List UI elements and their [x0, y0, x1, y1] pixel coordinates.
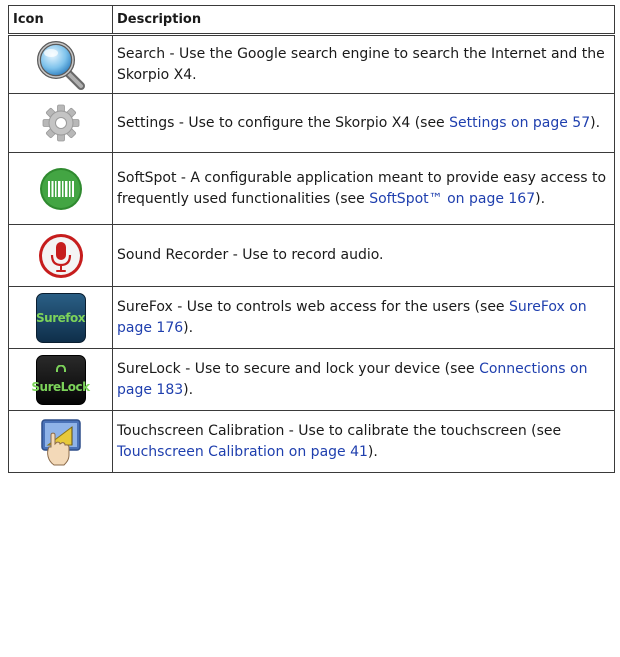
- description-cell: Sound Recorder - Use to record audio.: [112, 224, 615, 287]
- description-cell: Settings - Use to configure the Skorpio …: [112, 93, 615, 153]
- barcode-icon: [39, 167, 82, 210]
- padlock-icon: [55, 365, 66, 372]
- touchscreen-calibration-page-link[interactable]: Touchscreen Calibration on page 41: [117, 444, 368, 460]
- icon-cell: [8, 93, 113, 153]
- softspot-page-link[interactable]: SoftSpot™ on page 167: [369, 191, 535, 207]
- icon-description-table: Icon Description Search - Use the Google…: [8, 5, 615, 473]
- table-row: SureLock SureLock - Use to secure and lo…: [8, 348, 615, 411]
- icon-cell: [8, 152, 113, 225]
- microphone-icon: [38, 233, 83, 278]
- touchscreen-calibration-icon: [40, 418, 81, 465]
- description-cell: Touchscreen Calibration - Use to calibra…: [112, 410, 615, 473]
- description-column-header: Description: [112, 5, 615, 36]
- table-row: Search - Use the Google search engine to…: [8, 34, 615, 94]
- icon-cell: Surefox: [8, 286, 113, 349]
- table-row: Sound Recorder - Use to record audio.: [8, 224, 615, 287]
- surefox-icon-label: Surefox: [36, 310, 85, 325]
- gear-icon: [42, 104, 79, 142]
- surelock-icon: SureLock: [31, 354, 90, 405]
- settings-page-link[interactable]: Settings on page 57: [449, 115, 590, 131]
- icon-cell: [8, 34, 113, 94]
- icon-cell: SureLock: [8, 348, 113, 411]
- description-cell: SureFox - Use to controls web access for…: [112, 286, 615, 349]
- icon-cell: [8, 410, 113, 473]
- search-icon: [36, 40, 85, 90]
- surefox-icon: Surefox: [35, 292, 86, 343]
- description-cell: Search - Use the Google search engine to…: [112, 34, 615, 94]
- surelock-icon-label: SureLock: [31, 380, 90, 394]
- table-row: Touchscreen Calibration - Use to calibra…: [8, 410, 615, 473]
- table-row: Surefox SureFox - Use to controls web ac…: [8, 286, 615, 349]
- table-row: Settings - Use to configure the Skorpio …: [8, 93, 615, 153]
- description-cell: SoftSpot - A configurable application me…: [112, 152, 615, 225]
- table-header-row: Icon Description: [8, 5, 615, 36]
- table-row: SoftSpot - A configurable application me…: [8, 152, 615, 225]
- description-cell: SureLock - Use to secure and lock your d…: [112, 348, 615, 411]
- icon-column-header: Icon: [8, 5, 113, 36]
- icon-cell: [8, 224, 113, 287]
